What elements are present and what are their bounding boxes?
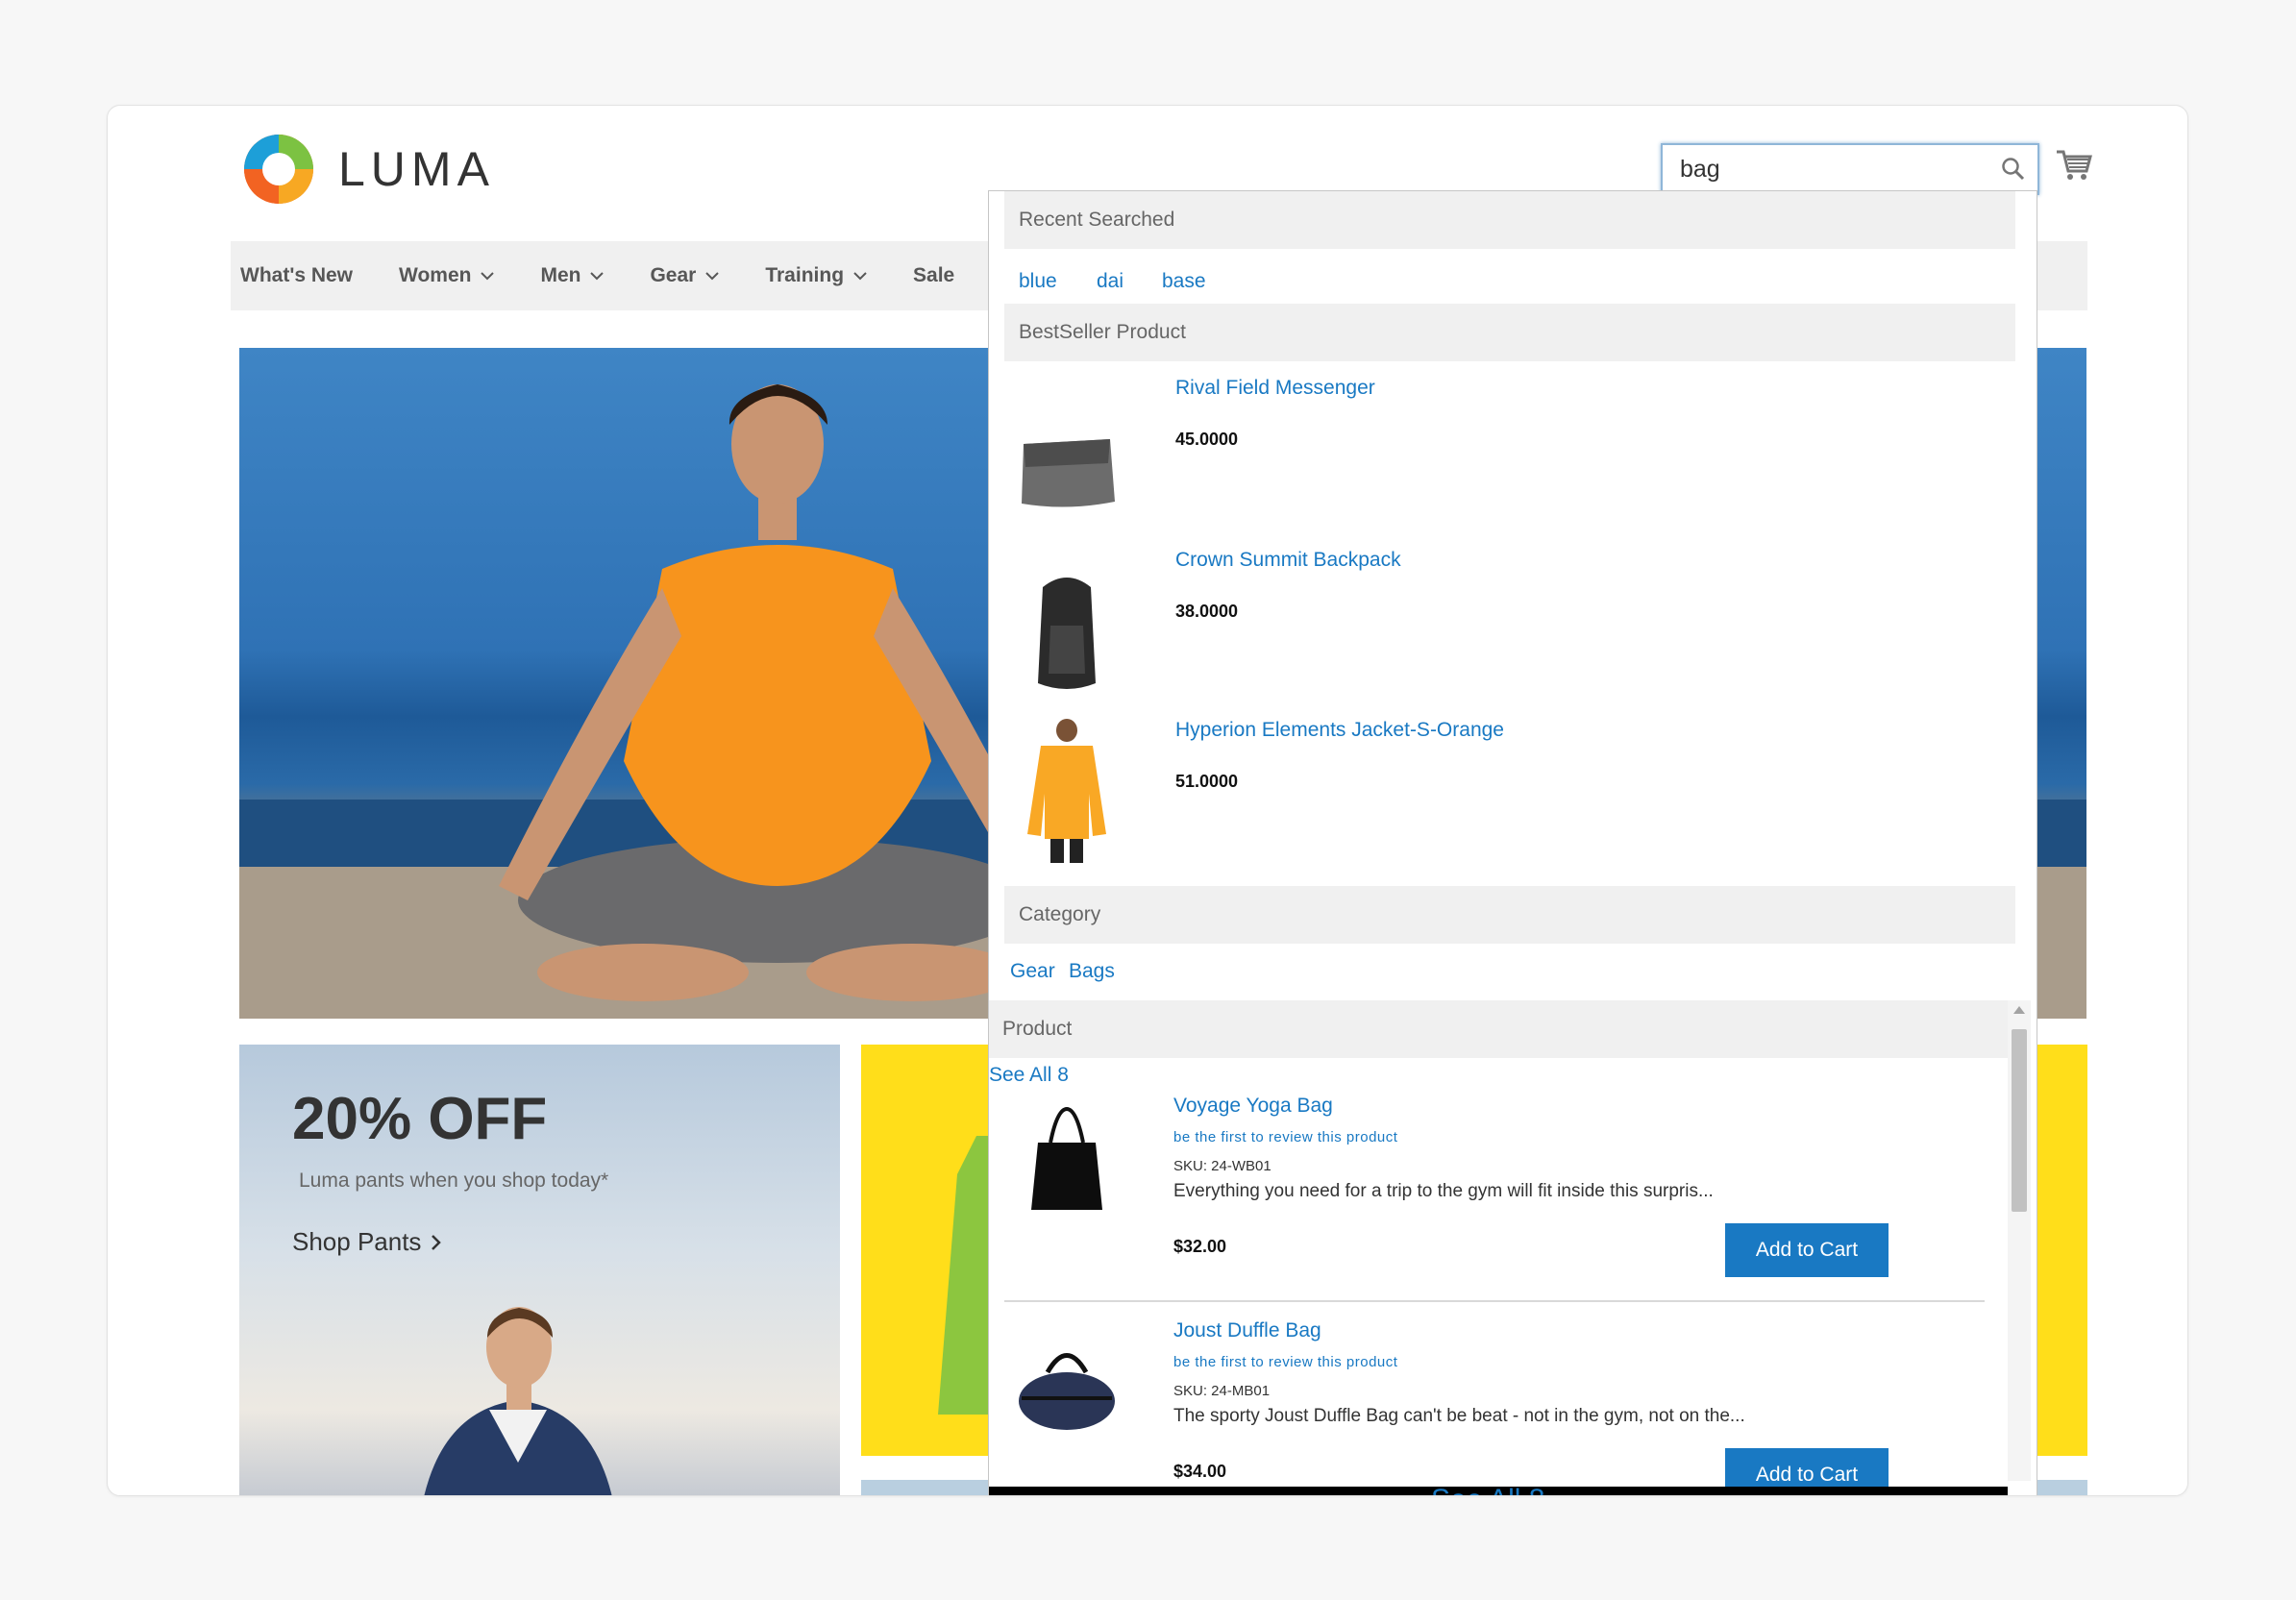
luma-logo[interactable]: LUMA bbox=[240, 131, 495, 208]
jacket-image bbox=[1027, 719, 1106, 863]
category-link-bags[interactable]: Bags bbox=[1069, 960, 1115, 983]
product-name-link[interactable]: Voyage Yoga Bag bbox=[1173, 1095, 1333, 1118]
see-all-bottom-link[interactable]: See All 8 bbox=[1431, 1487, 1544, 1495]
product-heading: Product bbox=[989, 1000, 2008, 1058]
bestseller-item[interactable]: Rival Field Messenger 45.0000 bbox=[1004, 377, 2015, 546]
browser-frame: LUMA What's New Women Men Gear Training … bbox=[107, 105, 2188, 1496]
product-name-link[interactable]: Hyperion Elements Jacket-S-Orange bbox=[1175, 719, 1504, 742]
product-name-link[interactable]: Crown Summit Backpack bbox=[1175, 549, 1401, 572]
product-results: Product See All 8 Voyage Yoga Bag be the… bbox=[989, 1000, 2037, 1495]
category-link-gear[interactable]: Gear bbox=[1010, 960, 1055, 983]
review-link[interactable]: be the first to review this product bbox=[1173, 1129, 1397, 1145]
nav-label: Women bbox=[399, 264, 472, 286]
search-autocomplete-dropdown: Recent Searched blue dai base BestSeller… bbox=[988, 190, 2037, 1495]
promo-title: 20% OFF bbox=[292, 1086, 548, 1152]
messenger-bag-image bbox=[1022, 439, 1115, 507]
nav-item-whats-new[interactable]: What's New bbox=[231, 264, 353, 287]
brand-name: LUMA bbox=[338, 142, 495, 196]
product-price: 51.0000 bbox=[1175, 772, 1239, 791]
product-description: The sporty Joust Duffle Bag can't be bea… bbox=[1173, 1406, 1745, 1426]
nav-item-sale[interactable]: Sale bbox=[903, 264, 954, 287]
product-description: Everything you need for a trip to the gy… bbox=[1173, 1181, 1714, 1201]
backpack-image bbox=[1038, 578, 1096, 689]
nav-item-men[interactable]: Men bbox=[531, 264, 605, 287]
nav-label: Training bbox=[765, 264, 845, 286]
search-box[interactable] bbox=[1661, 143, 2039, 195]
product-sku: SKU: 24-WB01 bbox=[1173, 1158, 1271, 1174]
recent-searched-heading: Recent Searched bbox=[1004, 191, 2015, 249]
recent-term-link[interactable]: blue bbox=[1019, 270, 1057, 293]
product-price: 38.0000 bbox=[1175, 602, 1239, 621]
man-image bbox=[424, 1307, 612, 1495]
promo-pants[interactable]: 20% OFF Luma pants when you shop today* … bbox=[239, 1045, 840, 1495]
category-heading: Category bbox=[1004, 886, 2015, 944]
nav-item-gear[interactable]: Gear bbox=[640, 264, 720, 287]
search-icon[interactable] bbox=[2001, 157, 2026, 182]
duffle-bag-image bbox=[1019, 1353, 1115, 1430]
bestseller-heading: BestSeller Product bbox=[1004, 304, 2015, 361]
product-scrollbar[interactable] bbox=[2008, 1000, 2031, 1481]
product-name-link[interactable]: Rival Field Messenger bbox=[1175, 377, 1375, 400]
nav-label: What's New bbox=[240, 264, 354, 286]
chevron-down-icon bbox=[705, 272, 720, 281]
bestseller-item[interactable]: Crown Summit Backpack 38.0000 bbox=[1004, 549, 2015, 718]
nav-label: Men bbox=[540, 264, 581, 286]
review-link[interactable]: be the first to review this product bbox=[1173, 1354, 1397, 1370]
bestseller-item[interactable]: Hyperion Elements Jacket-S-Orange 51.000… bbox=[1004, 719, 2015, 888]
product-item[interactable]: Voyage Yoga Bag be the first to review t… bbox=[1004, 1095, 1985, 1317]
luma-logo-icon bbox=[244, 135, 313, 204]
product-price: 45.0000 bbox=[1175, 430, 1239, 449]
scroll-up-arrow-icon[interactable] bbox=[2013, 1006, 2025, 1014]
chevron-right-icon bbox=[432, 1234, 442, 1250]
product-price: $32.00 bbox=[1173, 1237, 1227, 1256]
chevron-down-icon bbox=[853, 272, 867, 281]
promo-subtitle: Luma pants when you shop today* bbox=[299, 1169, 609, 1192]
recent-term-link[interactable]: dai bbox=[1097, 270, 1123, 293]
cart-icon[interactable] bbox=[2055, 146, 2093, 185]
product-divider bbox=[1004, 1300, 1985, 1302]
recent-term-link[interactable]: base bbox=[1162, 270, 1206, 293]
nav-item-women[interactable]: Women bbox=[389, 264, 495, 287]
nav-label: Gear bbox=[650, 264, 697, 286]
see-all-link[interactable]: See All 8 bbox=[989, 1064, 1069, 1087]
product-price: $34.00 bbox=[1173, 1462, 1227, 1481]
see-all-bottom-bar[interactable]: See All 8 bbox=[989, 1487, 2008, 1495]
product-item[interactable]: Joust Duffle Bag be the first to review … bbox=[1004, 1319, 1985, 1495]
search-input[interactable] bbox=[1663, 145, 1980, 193]
scrollbar-thumb[interactable] bbox=[2012, 1029, 2027, 1212]
nav-item-training[interactable]: Training bbox=[755, 264, 867, 287]
yoga-bag-image bbox=[1031, 1106, 1102, 1210]
nav-label: Sale bbox=[913, 264, 955, 286]
chevron-down-icon bbox=[481, 272, 495, 281]
product-sku: SKU: 24-MB01 bbox=[1173, 1383, 1271, 1399]
add-to-cart-button[interactable]: Add to Cart bbox=[1725, 1223, 1889, 1277]
shop-pants-label: Shop Pants bbox=[292, 1227, 422, 1256]
chevron-down-icon bbox=[590, 272, 605, 281]
product-name-link[interactable]: Joust Duffle Bag bbox=[1173, 1319, 1321, 1342]
shop-pants-link[interactable]: Shop Pants bbox=[292, 1227, 442, 1257]
